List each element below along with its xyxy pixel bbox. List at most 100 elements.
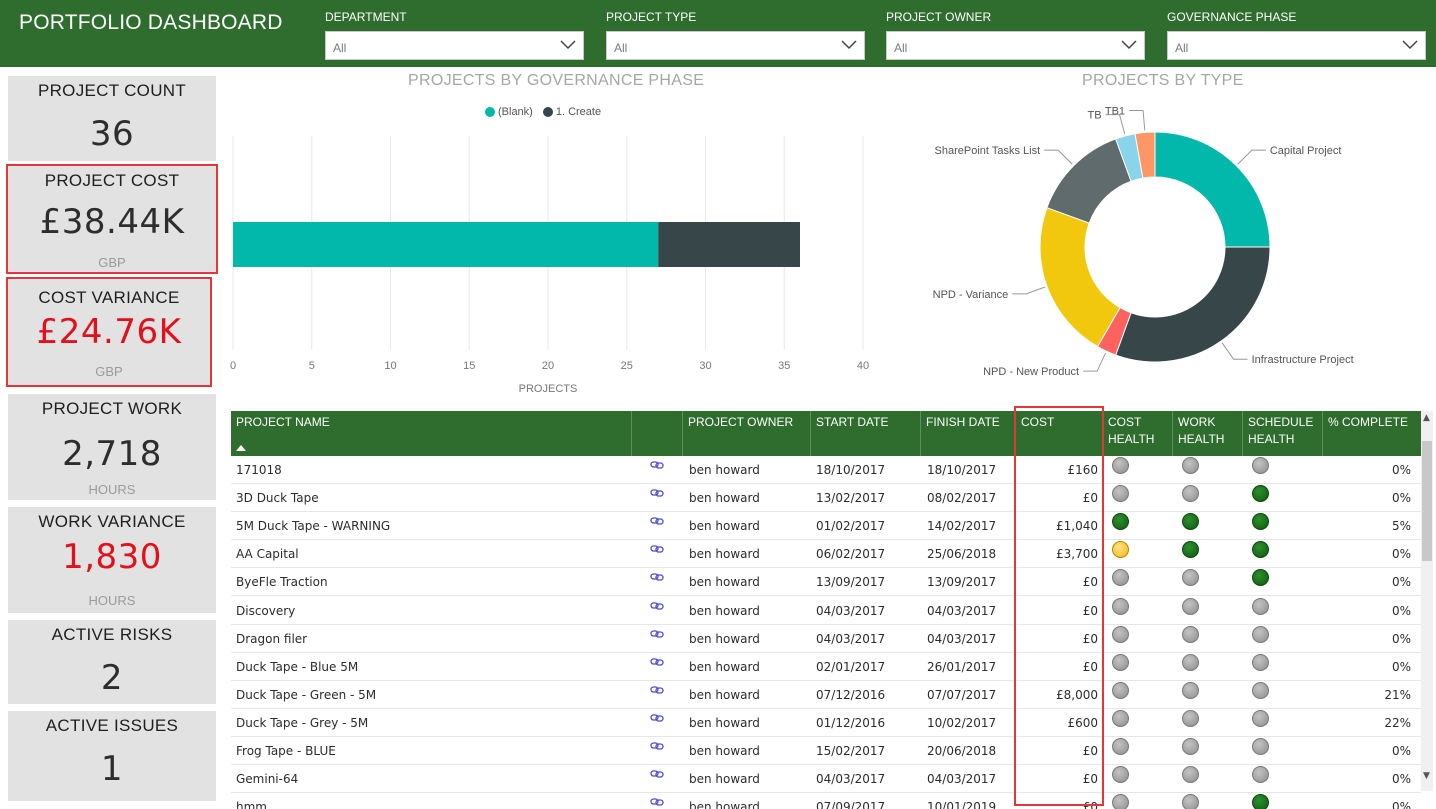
work-health-indicator bbox=[1182, 513, 1199, 531]
kpi-work-variance[interactable]: WORK VARIANCE 1,830 HOURS bbox=[8, 507, 216, 613]
kpi-value: 2 bbox=[100, 658, 124, 698]
column-header-label: COST bbox=[1021, 415, 1055, 429]
finish-date-cell: 13/09/2017 bbox=[927, 575, 997, 590]
kpi-unit: HOURS bbox=[88, 482, 136, 497]
table-row[interactable]: 171018 ben howard 18/10/2017 18/10/2017 £160… bbox=[231, 456, 1421, 484]
column-header-finish-date[interactable]: FINISH DATE bbox=[921, 411, 1016, 456]
chevron-down-icon bbox=[1402, 40, 1418, 50]
link-icon[interactable] bbox=[650, 629, 664, 639]
table-scrollbar[interactable]: ▲ ▼ bbox=[1421, 411, 1433, 791]
percent-complete-cell: 21% bbox=[1384, 687, 1411, 702]
slice-label: TB1 bbox=[1105, 106, 1125, 118]
department-dropdown[interactable]: All bbox=[325, 31, 584, 60]
table-row[interactable]: 5M Duck Tape - WARNING ben howard 01/02/20… bbox=[231, 512, 1421, 541]
donut-slice[interactable] bbox=[1039, 207, 1121, 348]
work-health-indicator bbox=[1182, 597, 1199, 615]
work-health-indicator bbox=[1182, 709, 1199, 727]
table-row[interactable]: Frog Tape - BLUE ben howard 15/02/2017 20/0… bbox=[231, 737, 1421, 765]
scroll-down-icon[interactable]: ▼ bbox=[1423, 771, 1430, 781]
work-health-indicator bbox=[1182, 457, 1199, 474]
kpi-project-work[interactable]: PROJECT WORK 2,718 HOURS bbox=[8, 394, 216, 500]
link-icon[interactable] bbox=[650, 544, 664, 554]
column-header-percent-complete[interactable]: % COMPLETE bbox=[1323, 411, 1421, 456]
link-icon[interactable] bbox=[650, 797, 664, 807]
kpi-active-risks[interactable]: ACTIVE RISKS 2 bbox=[8, 620, 216, 704]
bar-segment[interactable] bbox=[658, 222, 800, 267]
table-row[interactable]: Duck Tape - Blue 5M ben howard 02/01/2017 2… bbox=[231, 653, 1421, 681]
link-icon[interactable] bbox=[650, 657, 664, 667]
x-tick-label: 25 bbox=[621, 360, 633, 372]
table-row[interactable]: Dragon filer ben howard 04/03/2017 04/03/20… bbox=[231, 625, 1421, 653]
table-row[interactable]: ByeFle Traction ben howard 13/09/2017 13/09… bbox=[231, 568, 1421, 597]
column-header-schedule-health[interactable]: SCHEDULE HEALTH bbox=[1243, 411, 1323, 456]
link-icon[interactable] bbox=[650, 572, 664, 582]
table-row[interactable]: hmm ben howard 07/09/2017 10/01/2019 £0 0% bbox=[231, 793, 1421, 809]
legend-item[interactable]: (Blank) bbox=[485, 106, 533, 118]
scrollbar-thumb[interactable] bbox=[1422, 441, 1432, 561]
portfolio-dashboard: PORTFOLIO DASHBOARD DEPARTMENT All PROJE… bbox=[0, 0, 1436, 809]
column-header-label: HEALTH bbox=[1178, 432, 1225, 446]
work-health-indicator bbox=[1182, 653, 1199, 671]
column-header-label: PROJECT NAME bbox=[236, 415, 330, 429]
donut-slice[interactable] bbox=[1115, 246, 1271, 363]
column-header-cost[interactable]: COST bbox=[1016, 411, 1103, 456]
cost-cell: £0 bbox=[1082, 491, 1098, 506]
work-health-indicator bbox=[1182, 794, 1199, 809]
finish-date-cell: 08/02/2017 bbox=[927, 491, 997, 506]
legend-item[interactable]: 1. Create bbox=[542, 106, 601, 118]
link-icon[interactable] bbox=[650, 601, 664, 611]
link-icon[interactable] bbox=[650, 685, 664, 695]
percent-complete-cell: 0% bbox=[1391, 772, 1411, 787]
kpi-project-cost[interactable]: PROJECT COST £38.44K GBP bbox=[6, 164, 218, 274]
link-icon[interactable] bbox=[650, 741, 664, 751]
table-row[interactable]: Duck Tape - Green - 5M ben howard 07/12/20… bbox=[231, 681, 1421, 709]
project-name-cell: Dragon filer bbox=[236, 631, 308, 646]
table-row[interactable]: Discovery ben howard 04/03/2017 04/03/2017 £… bbox=[231, 597, 1421, 625]
bar-segment[interactable] bbox=[233, 222, 659, 267]
percent-complete-cell: 0% bbox=[1391, 744, 1411, 758]
cost-health-indicator bbox=[1112, 569, 1129, 587]
cost-health-indicator bbox=[1112, 709, 1129, 727]
start-date-cell: 01/02/2017 bbox=[816, 519, 886, 534]
column-header-project-name[interactable]: PROJECT NAME bbox=[231, 411, 632, 456]
kpi-title: ACTIVE ISSUES bbox=[45, 716, 179, 735]
link-icon[interactable] bbox=[650, 713, 664, 723]
column-header-label: PROJECT OWNER bbox=[688, 415, 794, 429]
scroll-up-icon[interactable]: ▲ bbox=[1423, 413, 1430, 423]
table-row[interactable]: Duck Tape - Grey - 5M ben howard 01/12/201… bbox=[231, 709, 1421, 737]
project-owner-cell: ben howard bbox=[689, 603, 760, 618]
cost-health-indicator bbox=[1112, 653, 1129, 671]
column-header-cost-health[interactable]: COST HEALTH bbox=[1103, 411, 1173, 456]
filter-label: DEPARTMENT bbox=[325, 10, 407, 24]
donut-slice[interactable] bbox=[1154, 131, 1271, 248]
link-icon[interactable] bbox=[650, 516, 664, 526]
kpi-cost-variance[interactable]: COST VARIANCE £24.76K GBP bbox=[6, 277, 212, 387]
x-tick-label: 30 bbox=[699, 360, 711, 372]
link-icon[interactable] bbox=[650, 488, 664, 498]
kpi-title: ACTIVE RISKS bbox=[51, 625, 173, 644]
finish-date-cell: 04/03/2017 bbox=[927, 603, 997, 618]
project-type-dropdown[interactable]: All bbox=[606, 31, 865, 60]
percent-complete-cell: 0% bbox=[1391, 463, 1411, 477]
table-row[interactable]: Gemini-64 ben howard 04/03/2017 04/03/2017 £… bbox=[231, 765, 1421, 794]
table-row[interactable]: 3D Duck Tape ben howard 13/02/2017 08/02/20… bbox=[231, 484, 1421, 513]
column-header-start-date[interactable]: START DATE bbox=[811, 411, 921, 456]
filter-governance-phase: GOVERNANCE PHASE All bbox=[1167, 9, 1426, 60]
column-header-project-owner[interactable]: PROJECT OWNER bbox=[683, 411, 811, 456]
finish-date-cell: 10/01/2019 bbox=[927, 800, 997, 809]
link-icon[interactable] bbox=[650, 769, 664, 779]
schedule-health-indicator bbox=[1252, 625, 1269, 643]
project-name-cell: Duck Tape - Blue 5M bbox=[236, 659, 359, 674]
kpi-project-count[interactable]: PROJECT COUNT 36 bbox=[8, 76, 216, 161]
link-icon[interactable] bbox=[650, 460, 664, 470]
governance-phase-dropdown[interactable]: All bbox=[1167, 31, 1426, 60]
project-owner-dropdown[interactable]: All bbox=[886, 31, 1145, 60]
slice-label: TB bbox=[1087, 110, 1101, 122]
cost-cell: £3,700 bbox=[1056, 547, 1098, 562]
schedule-health-indicator bbox=[1252, 653, 1269, 671]
schedule-health-indicator bbox=[1252, 597, 1269, 615]
start-date-cell: 06/02/2017 bbox=[816, 547, 886, 562]
table-row[interactable]: AA Capital ben howard 06/02/2017 25/06/2018… bbox=[231, 540, 1421, 569]
kpi-active-issues[interactable]: ACTIVE ISSUES 1 bbox=[8, 711, 216, 801]
column-header-work-health[interactable]: WORK HEALTH bbox=[1173, 411, 1243, 456]
